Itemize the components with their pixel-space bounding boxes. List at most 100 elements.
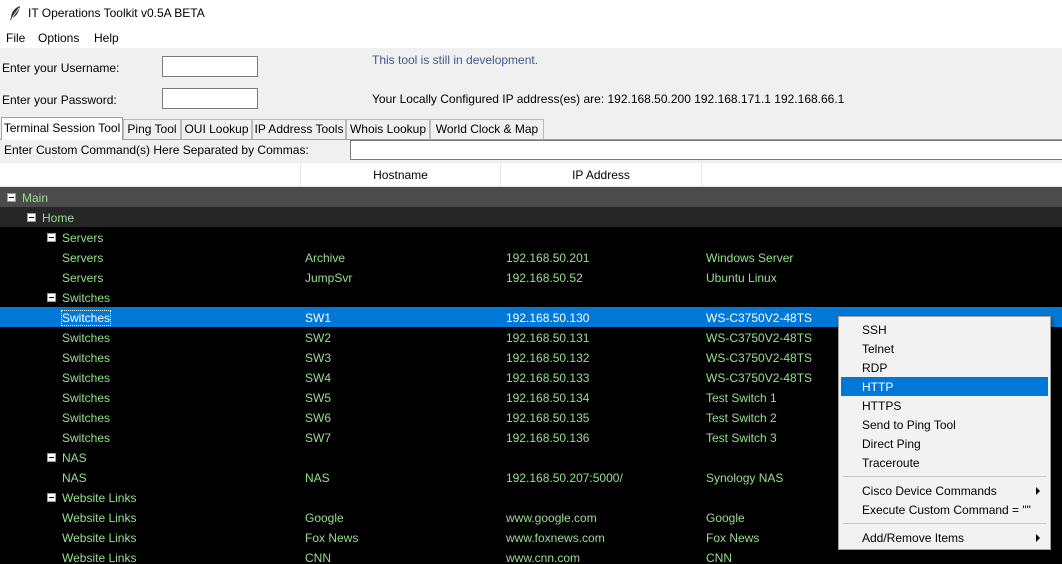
ip-address-cell: 192.168.50.134 (506, 391, 590, 405)
context-menu-item-label: SSH (862, 323, 887, 337)
description-cell: CNN (706, 551, 732, 564)
description-cell: Ubuntu Linux (706, 271, 777, 285)
ip-address-cell: 192.168.50.52 (506, 271, 583, 285)
context-menu-item-label: Cisco Device Commands (862, 484, 997, 498)
context-menu-item-label: Send to Ping Tool (862, 418, 956, 432)
context-menu-item-label: HTTPS (862, 399, 902, 413)
submenu-arrow-icon (1036, 534, 1040, 542)
title-bar: IT Operations Toolkit v0.5A BETA (0, 0, 1062, 26)
description-cell: Google (706, 511, 745, 525)
hostname-cell: SW6 (305, 411, 332, 425)
collapse-toggle-icon[interactable] (47, 233, 56, 242)
ip-address-cell: www.google.com (506, 511, 597, 525)
tree-header: Hostname IP Address (0, 163, 1062, 187)
hostname-cell: SW2 (305, 331, 332, 345)
context-menu-item-telnet[interactable]: Telnet (841, 339, 1048, 358)
tab-ping-tool[interactable]: Ping Tool (123, 119, 181, 139)
tree-group-row[interactable]: Home (0, 207, 1062, 227)
password-input[interactable] (162, 88, 258, 109)
hostname-cell: SW7 (305, 431, 332, 445)
context-menu-item-cisco-device-commands[interactable]: Cisco Device Commands (841, 481, 1048, 500)
tree-group-row[interactable]: Servers (0, 227, 1062, 247)
context-menu-item-direct-ping[interactable]: Direct Ping (841, 434, 1048, 453)
hostname-cell: SW3 (305, 351, 332, 365)
collapse-toggle-icon[interactable] (47, 453, 56, 462)
hostname-cell: SW1 (305, 311, 332, 325)
tree-item-label: Switches (62, 431, 111, 445)
custom-command-label: Enter Custom Command(s) Here Separated b… (4, 143, 309, 157)
window-title: IT Operations Toolkit v0.5A BETA (28, 6, 205, 20)
collapse-toggle-icon[interactable] (47, 293, 56, 302)
collapse-toggle-icon[interactable] (27, 213, 36, 222)
ip-address-cell: www.foxnews.com (506, 531, 605, 545)
tree-item-label: Website Links (62, 491, 137, 505)
tree-item-label: Servers (62, 271, 104, 285)
description-cell: Synology NAS (706, 471, 784, 485)
context-menu-item-label: Execute Custom Command = "" (862, 503, 1031, 517)
description-cell: Test Switch 2 (706, 411, 777, 425)
context-menu-item-execute-custom-command[interactable]: Execute Custom Command = "" (841, 500, 1048, 519)
description-cell: Test Switch 3 (706, 431, 777, 445)
password-label: Enter your Password: (2, 93, 117, 107)
description-cell: WS-C3750V2-48TS (706, 331, 813, 345)
hostname-cell: SW5 (305, 391, 332, 405)
context-menu-item-traceroute[interactable]: Traceroute (841, 453, 1048, 472)
hostname-cell: JumpSvr (305, 271, 353, 285)
ip-address-cell: 192.168.50.201 (506, 251, 590, 265)
menu-options[interactable]: Options (38, 31, 79, 45)
tab-oui-lookup[interactable]: OUI Lookup (181, 119, 252, 139)
description-cell: Fox News (706, 531, 760, 545)
collapse-toggle-icon[interactable] (7, 193, 16, 202)
tree-item-label: Switches (62, 371, 111, 385)
tab-whois-lookup[interactable]: Whois Lookup (346, 119, 430, 139)
context-menu-item-send-to-ping-tool[interactable]: Send to Ping Tool (841, 415, 1048, 434)
context-menu-item-http[interactable]: HTTP (841, 377, 1048, 396)
context-menu-item-label: HTTP (862, 380, 894, 394)
column-header-ip-address[interactable]: IP Address (500, 163, 701, 187)
tree-item-label: Home (42, 211, 75, 225)
tree-item-label: Switches (62, 391, 111, 405)
tab-world-clock-map[interactable]: World Clock & Map (430, 119, 544, 139)
tree-item-label: Main (22, 191, 49, 205)
ip-address-cell: 192.168.50.132 (506, 351, 590, 365)
menu-separator (843, 476, 1046, 477)
menu-help[interactable]: Help (94, 31, 119, 45)
tree-item-label: Servers (62, 231, 104, 245)
ip-address-cell: www.cnn.com (506, 551, 581, 564)
tree-item-label: Switches (62, 331, 111, 345)
tab-terminal-session-tool[interactable]: Terminal Session Tool (1, 117, 123, 140)
hostname-cell: CNN (305, 551, 331, 564)
tree-row[interactable]: Servers Archive 192.168.50.201 Windows Serv… (0, 247, 1062, 267)
tree-group-row[interactable]: Main (0, 187, 1062, 207)
context-menu-item-ssh[interactable]: SSH (841, 320, 1048, 339)
context-menu-item-label: RDP (862, 361, 888, 375)
column-header-hostname[interactable]: Hostname (300, 163, 500, 187)
context-menu-item-rdp[interactable]: RDP (841, 358, 1048, 377)
tree-row[interactable]: Servers JumpSvr 192.168.50.52 Ubuntu Linux (0, 267, 1062, 287)
description-cell: WS-C3750V2-48TS (706, 311, 813, 325)
tree-item-label: NAS (62, 451, 87, 465)
ip-address-cell: 192.168.50.136 (506, 431, 590, 445)
tree-group-row[interactable]: Switches (0, 287, 1062, 307)
username-input[interactable] (162, 56, 258, 77)
context-menu-item-label: Traceroute (862, 456, 920, 470)
tab-ip-address-tools[interactable]: IP Address Tools (252, 119, 346, 139)
menu-file[interactable]: File (6, 31, 25, 45)
column-header-description[interactable] (701, 163, 1062, 187)
column-header-tree[interactable] (0, 163, 300, 187)
tree-item-label: Switches (62, 351, 111, 365)
collapse-toggle-icon[interactable] (47, 493, 56, 502)
context-menu-item-add-remove-items[interactable]: Add/Remove Items (841, 528, 1048, 547)
ip-address-cell: 192.168.50.130 (506, 311, 590, 325)
context-menu-item-label: Add/Remove Items (862, 531, 965, 545)
description-cell: Windows Server (706, 251, 794, 265)
ip-address-cell: 192.168.50.135 (506, 411, 590, 425)
hostname-cell: NAS (305, 471, 330, 485)
custom-command-input[interactable] (350, 140, 1062, 160)
development-notice: This tool is still in development. (372, 53, 539, 67)
submenu-arrow-icon (1036, 487, 1040, 495)
local-ip-addresses: Your Locally Configured IP address(es) a… (372, 92, 845, 106)
context-menu-item-https[interactable]: HTTPS (841, 396, 1048, 415)
context-menu-item-label: Direct Ping (862, 437, 921, 451)
context-menu-item-label: Telnet (862, 342, 895, 356)
